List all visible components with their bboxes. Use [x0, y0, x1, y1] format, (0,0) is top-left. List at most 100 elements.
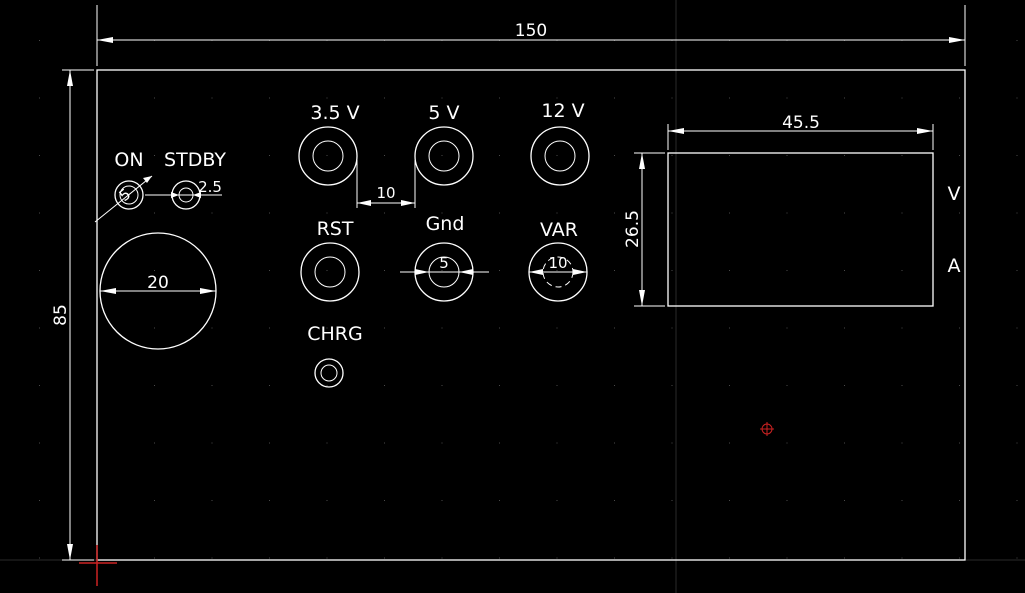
grid-dot: [326, 385, 328, 386]
grid-dot: [959, 97, 960, 99]
led-on[interactable]: 5: [94, 175, 153, 223]
grid-dot: [786, 212, 788, 214]
grid-dot: [901, 97, 903, 99]
grid-dot: [614, 155, 615, 156]
grid-dot: [1016, 327, 1018, 329]
grid-dot: [441, 557, 443, 559]
grid-dot: [154, 155, 155, 156]
jack-var[interactable]: 10: [528, 242, 588, 302]
dimension-display-width[interactable]: 45.5: [667, 113, 934, 150]
grid-dot: [39, 385, 40, 386]
grid-dot: [39, 155, 40, 156]
grid-dot: [1016, 97, 1018, 99]
grid-dot: [154, 500, 155, 501]
grid-dot: [556, 385, 558, 386]
grid-dot: [1016, 270, 1018, 271]
grid-dot: [786, 500, 788, 501]
label-var: VAR: [540, 219, 578, 241]
snap-grid: [39, 40, 1018, 559]
grid-dot: [671, 270, 673, 271]
grid-dot: [614, 442, 615, 444]
grid-dot: [39, 500, 40, 501]
grid-dot: [614, 270, 615, 271]
led-stdby[interactable]: 2.5: [145, 178, 222, 210]
label-volt: V: [948, 183, 961, 205]
grid-dot: [671, 97, 673, 99]
jack-3-5v[interactable]: [298, 126, 358, 186]
grid-dot: [384, 270, 385, 271]
grid-dot: [844, 97, 845, 99]
grid-dot: [786, 270, 788, 271]
grid-dot: [901, 270, 903, 271]
grid-dot: [441, 327, 443, 329]
grid-dot: [671, 155, 673, 156]
grid-dot: [499, 500, 500, 501]
dimension-overall-height[interactable]: 85: [51, 69, 94, 561]
grid-dot: [441, 500, 443, 501]
grid-dot: [269, 212, 270, 214]
grid-dot: [844, 385, 845, 386]
grid-dot: [326, 97, 328, 99]
grid-dot: [556, 557, 558, 559]
grid-dot: [844, 327, 845, 329]
grid-dot: [384, 327, 385, 329]
grid-dot: [211, 212, 213, 214]
grid-dot: [1016, 155, 1018, 156]
grid-dot: [901, 385, 903, 386]
grid-dot: [959, 557, 960, 559]
grid-dot: [269, 327, 270, 329]
grid-dot: [154, 327, 155, 329]
led-chrg[interactable]: [314, 358, 344, 388]
grid-dot: [671, 385, 673, 386]
grid-dot: [1016, 500, 1018, 501]
grid-dot: [959, 212, 960, 214]
jack-5v[interactable]: [414, 126, 474, 186]
dimension-jack-spacing[interactable]: 10: [356, 160, 416, 208]
grid-dot: [729, 442, 730, 444]
grid-dot: [384, 212, 385, 214]
grid-dot: [729, 385, 730, 386]
grid-dot: [844, 270, 845, 271]
label-12v: 12 V: [541, 100, 584, 122]
label-rst: RST: [317, 218, 354, 240]
grid-dot: [614, 385, 615, 386]
grid-dot: [729, 212, 730, 214]
grid-dot: [211, 327, 213, 329]
grid-dot: [499, 327, 500, 329]
jack-12v[interactable]: [530, 126, 590, 186]
grid-dot: [39, 327, 40, 329]
grid-dot: [384, 385, 385, 386]
grid-dot: [154, 442, 155, 444]
grid-dot: [326, 442, 328, 444]
grid-dot: [499, 270, 500, 271]
label-3-5v: 3.5 V: [310, 102, 359, 124]
grid-dot: [499, 97, 500, 99]
jack-gnd[interactable]: 5: [400, 242, 489, 302]
grid-dot: [384, 155, 385, 156]
display-cutout[interactable]: [667, 152, 934, 307]
jack-rst[interactable]: [300, 242, 360, 302]
front-panel-outline[interactable]: [96, 69, 966, 561]
dimension-overall-width[interactable]: 150: [96, 5, 966, 66]
grid-dot: [154, 385, 155, 386]
grid-dot: [211, 557, 213, 559]
grid-dot: [786, 97, 788, 99]
grid-dot: [211, 385, 213, 386]
grid-dot: [499, 385, 500, 386]
grid-dot: [384, 97, 385, 99]
grid-dot: [844, 442, 845, 444]
grid-dot: [326, 270, 328, 271]
grid-dot: [39, 270, 40, 271]
grid-dot: [729, 155, 730, 156]
grid-dot: [729, 557, 730, 559]
grid-dot: [384, 500, 385, 501]
grid-dot: [844, 212, 845, 214]
grid-dot: [729, 270, 730, 271]
dimension-text-jack-spacing: 10: [376, 184, 395, 202]
knob-hole[interactable]: 20: [99, 232, 217, 350]
dimension-display-height[interactable]: 26.5: [623, 152, 665, 307]
grid-dot: [441, 155, 443, 156]
grid-dot: [671, 327, 673, 329]
cad-drawing-canvas[interactable]: 150 85 5 ON 2.5 STDBY 20 3.5 V 5 V 10 12…: [0, 0, 1025, 593]
grid-dot: [499, 212, 500, 214]
